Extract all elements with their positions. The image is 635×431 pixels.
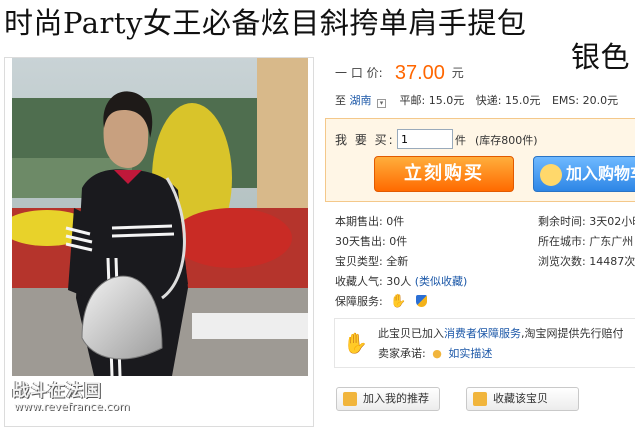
quantity-input[interactable]: [397, 129, 453, 149]
stat-item-type: 宝贝类型: 全新: [335, 253, 408, 269]
guarantee-text: 此宝贝已加入消费者保障服务,淘宝网提供先行赔付: [378, 325, 624, 341]
stat-city: 所在城市: 广东广州: [538, 233, 635, 249]
add-to-cart-label: 加入购物车: [566, 164, 635, 183]
stat-value: 全新: [386, 255, 409, 268]
add-recommend-button[interactable]: 加入我的推荐: [336, 387, 440, 411]
stat-value: 30人: [386, 275, 412, 288]
stat-label: 本期售出:: [335, 215, 383, 228]
favorite-icon: [473, 392, 487, 406]
stat-time-left: 剩余时间: 3天02小时: [538, 213, 635, 229]
shield-icon[interactable]: [415, 295, 427, 307]
consumer-protection-link[interactable]: 消费者保障服务: [444, 327, 521, 340]
cart-icon: [540, 164, 562, 186]
favorite-label: 收藏该宝贝: [493, 392, 548, 405]
add-to-cart-button[interactable]: 加入购物车: [533, 156, 635, 192]
quantity-label: 我 要 买:: [335, 133, 395, 147]
stat-value: 3天02小时: [589, 215, 635, 228]
shipping-option-name: EMS:: [551, 94, 580, 107]
shipping-to-label: 至: [335, 94, 346, 107]
quantity-unit: 件: [455, 134, 466, 147]
stat-value: 0件: [389, 235, 408, 248]
shipping-location-select[interactable]: 湖南: [350, 94, 372, 107]
stat-value: 0件: [386, 215, 405, 228]
shipping-option-name: 快递:: [475, 94, 502, 107]
seller-promise: 卖家承诺: ● 如实描述: [378, 345, 492, 361]
stat-label: 宝贝类型:: [335, 255, 383, 268]
stat-favorites: 收藏人气: 30人 (类似收藏): [335, 273, 467, 289]
handshake-icon[interactable]: ✋: [390, 294, 406, 309]
stat-label: 保障服务:: [335, 295, 383, 308]
guarantee-suffix: ,淘宝网提供先行赔付: [521, 327, 624, 340]
shipping-row: 至 湖南 ▾ 平邮: 15.0元 快递: 15.0元 EMS: 20.0元: [335, 92, 618, 108]
stat-label: 所在城市:: [538, 235, 586, 248]
stat-label: 30天售出:: [335, 235, 386, 248]
stat-value: 14487次: [589, 255, 635, 268]
favorite-item-button[interactable]: 收藏该宝贝: [466, 387, 579, 411]
stat-value: 广东广州: [589, 235, 634, 248]
recommend-icon: [343, 392, 357, 406]
price-value: 37.00: [394, 62, 445, 84]
stat-label: 浏览次数:: [538, 255, 586, 268]
product-photo[interactable]: [12, 58, 308, 376]
photo-watermark: 战斗在法国: [12, 381, 102, 401]
price-currency: 元: [451, 66, 464, 80]
stat-service: 保障服务: ✋: [335, 293, 427, 309]
accurate-description-link[interactable]: 如实描述: [448, 347, 492, 360]
guarantee-prefix: 此宝贝已加入: [378, 327, 444, 340]
stat-period-sold: 本期售出: 0件: [335, 213, 404, 229]
promise-label: 卖家承诺:: [378, 347, 426, 360]
shipping-option-price: 15.0元: [504, 94, 541, 107]
stat-label: 收藏人气:: [335, 275, 383, 288]
photo-watermark-url: www.revefrance.com: [14, 400, 130, 413]
similar-favorites-link[interactable]: (类似收藏): [415, 275, 468, 288]
product-title-line1: 时尚Party女王必备炫目斜挎单肩手提包: [4, 6, 527, 40]
price-label: 一 口 价:: [335, 66, 383, 80]
shipping-option-price: 15.0元: [428, 94, 465, 107]
thumbs-up-icon: ●: [432, 347, 442, 360]
stat-sold-30d: 30天售出: 0件: [335, 233, 407, 249]
stat-label: 剩余时间:: [538, 215, 586, 228]
price-row: 一 口 价: 37.00 元: [335, 62, 464, 85]
chevron-down-icon[interactable]: ▾: [377, 99, 386, 108]
recommend-label: 加入我的推荐: [363, 392, 429, 405]
handshake-icon: ✋: [343, 331, 368, 355]
shipping-option-name: 平邮:: [399, 94, 426, 107]
buy-now-button[interactable]: 立刻购买: [374, 156, 514, 192]
shipping-option-price: 20.0元: [582, 94, 619, 107]
stat-views: 浏览次数: 14487次: [538, 253, 635, 269]
stock-count: (库存800件): [475, 134, 538, 147]
